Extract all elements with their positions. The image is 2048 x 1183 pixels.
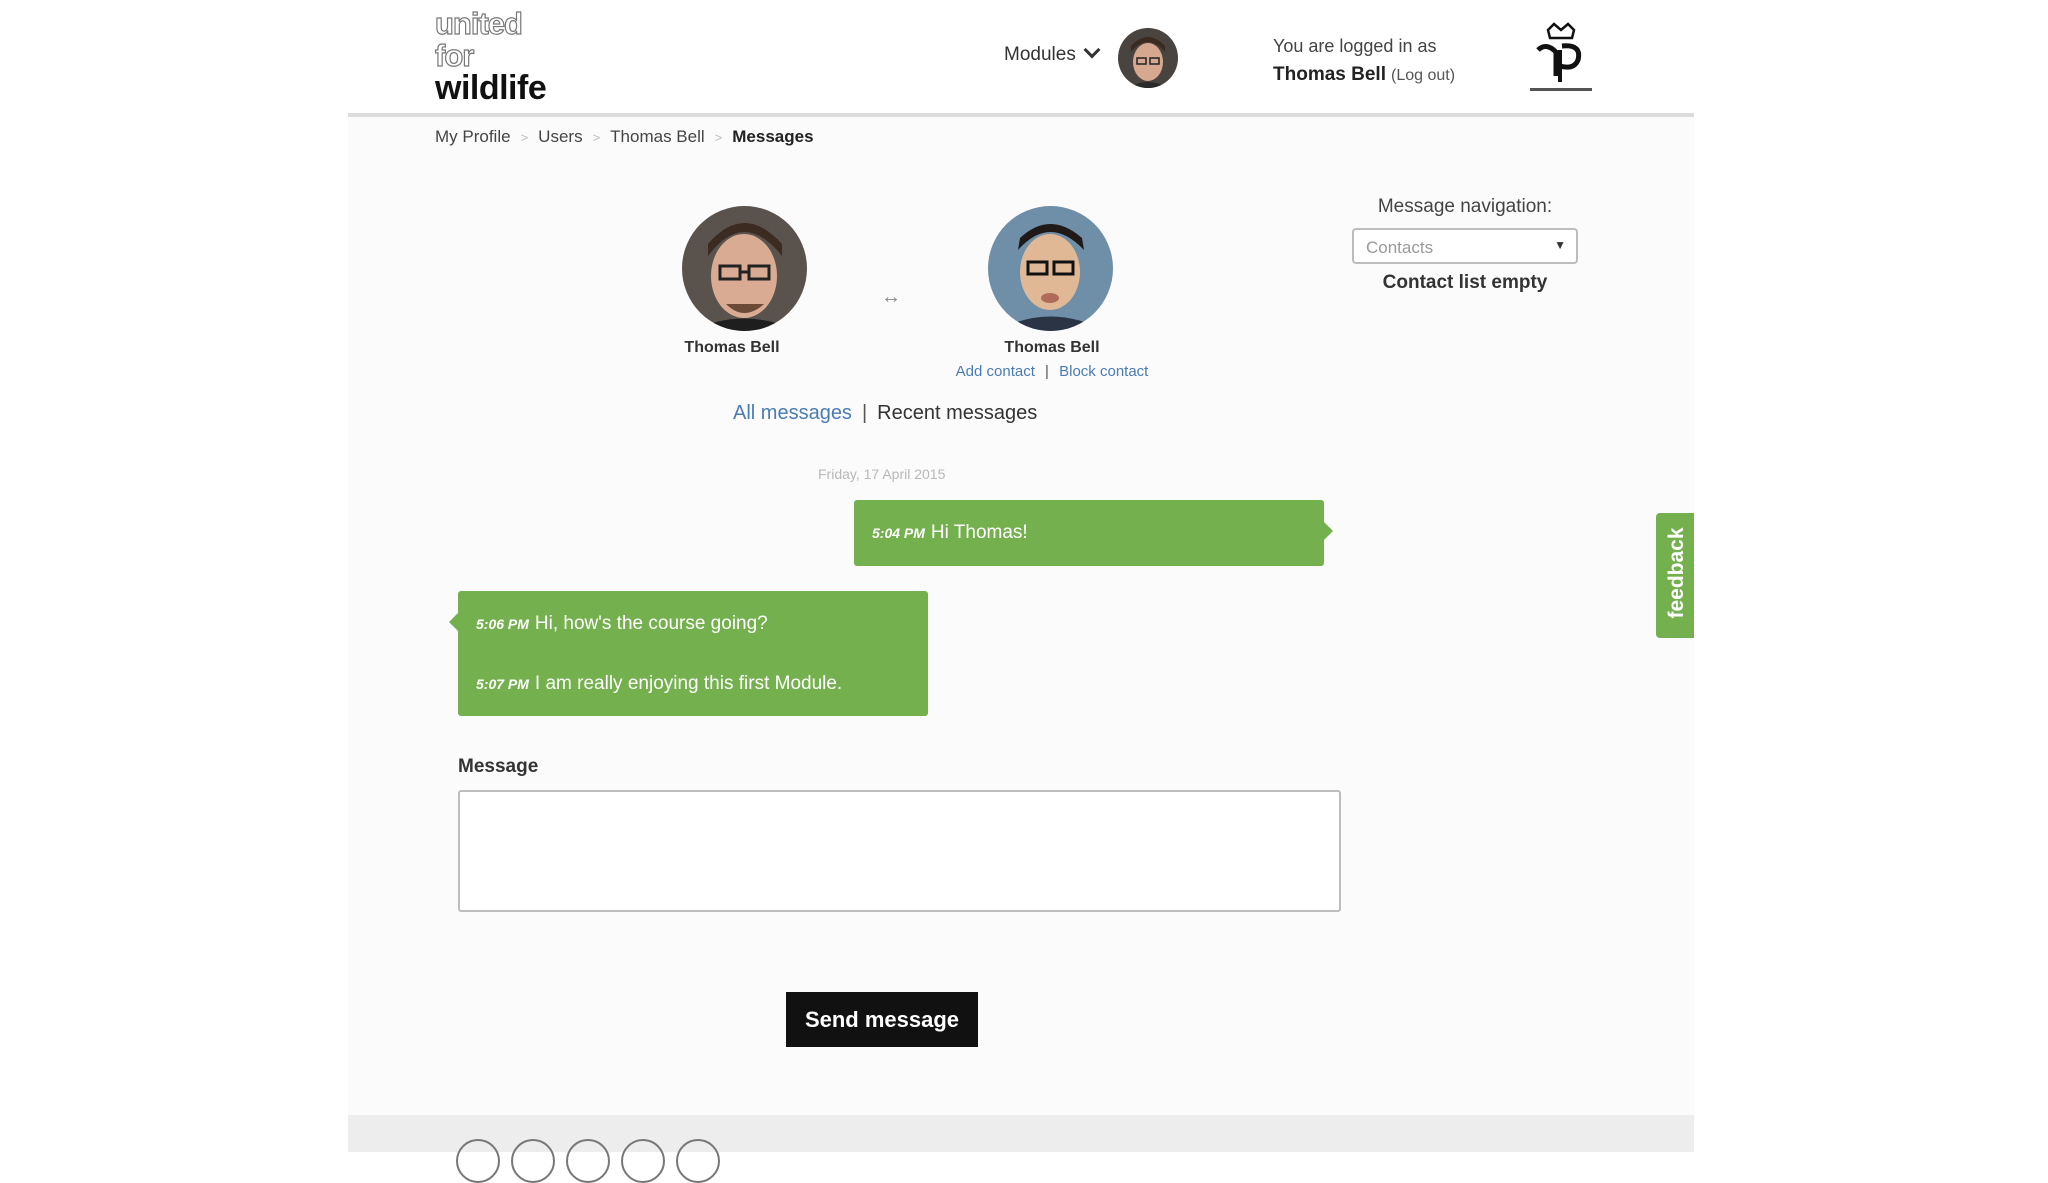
send-message-button[interactable]: Send message — [786, 992, 978, 1047]
contact-list-empty: Contact list empty — [1382, 272, 1548, 293]
message-navigation-label: Message navigation: — [1377, 196, 1553, 217]
breadcrumb-my-profile[interactable]: My Profile — [435, 127, 511, 146]
contact-actions: Add contact | Block contact — [922, 363, 1182, 380]
breadcrumb: My Profile > Users > Thomas Bell > Messages — [435, 127, 814, 147]
message-time: 5:06 PM — [476, 616, 529, 632]
logo-line-2: for — [434, 38, 475, 73]
tab-recent-messages[interactable]: Recent messages — [877, 402, 1037, 424]
message-time: 5:07 PM — [476, 676, 529, 692]
message-input[interactable] — [458, 790, 1341, 912]
logout-link[interactable]: (Log out) — [1391, 67, 1455, 84]
social-circle-icon[interactable] — [676, 1139, 720, 1183]
exchange-arrows-icon: ↔ — [881, 286, 901, 308]
other-name: Thomas Bell — [1004, 339, 1100, 356]
thread-date: Friday, 17 April 2015 — [818, 466, 946, 482]
logo-line-3: wildlife — [435, 69, 547, 107]
logged-in-user-name[interactable]: Thomas Bell — [1273, 64, 1386, 85]
user-avatar[interactable] — [1118, 28, 1178, 88]
page: united for wildlife Modules You are logg… — [348, 0, 1694, 1183]
social-circle-icon[interactable] — [621, 1139, 665, 1183]
self-name: Thomas Bell — [684, 339, 780, 356]
breadcrumb-current: Messages — [732, 127, 814, 146]
header: united for wildlife Modules You are logg… — [348, 0, 1694, 117]
message-bubble-sent: 5:04 PM Hi Thomas! — [854, 500, 1333, 566]
social-circle-icon[interactable] — [456, 1139, 500, 1183]
breadcrumb-separator: > — [714, 130, 723, 145]
social-circle-icon[interactable] — [511, 1139, 555, 1183]
social-circle-icon[interactable] — [566, 1139, 610, 1183]
logo-line-1: united — [434, 6, 523, 41]
message-tabs: All messages | Recent messages — [733, 402, 1037, 425]
breadcrumb-separator: > — [520, 130, 529, 145]
message-navigation: Message navigation: Contacts ▼ Contact l… — [1350, 196, 1580, 294]
feedback-label: feedback — [1665, 527, 1688, 619]
participant-self: Thomas Bell — [642, 206, 822, 357]
footer — [348, 1115, 1694, 1183]
breadcrumb-separator: > — [592, 130, 601, 145]
tab-all-messages[interactable]: All messages — [733, 402, 852, 424]
message-line: 5:04 PM Hi Thomas! — [872, 522, 1028, 544]
participant-other: Thomas Bell Add contact | Block contact — [922, 206, 1182, 380]
message-text: Hi Thomas! — [930, 522, 1028, 543]
message-text: I am really enjoying this first Module. — [534, 673, 843, 694]
self-avatar[interactable] — [682, 206, 807, 331]
login-prefix: You are logged in as — [1273, 36, 1437, 56]
message-time: 5:04 PM — [872, 525, 925, 541]
message-bubble-received: 5:06 PM Hi, how's the course going? 5:07 … — [449, 591, 928, 716]
contacts-select-value: Contacts — [1366, 238, 1434, 257]
login-info: You are logged in as Thomas Bell (Log ou… — [1273, 32, 1455, 90]
other-avatar[interactable] — [988, 206, 1113, 331]
dropdown-caret-icon: ▼ — [1554, 238, 1566, 252]
chevron-down-icon — [1083, 41, 1101, 59]
message-text: Hi, how's the course going? — [534, 613, 768, 634]
contacts-select[interactable]: Contacts ▼ — [1352, 228, 1578, 264]
message-line: 5:06 PM Hi, how's the course going? — [476, 613, 768, 635]
feedback-tab[interactable]: feedback — [1656, 513, 1694, 638]
breadcrumb-users[interactable]: Users — [538, 127, 582, 146]
united-for-wildlife-logo[interactable]: united for wildlife — [434, 6, 547, 107]
block-contact-link[interactable]: Block contact — [1059, 363, 1148, 380]
modules-label: Modules — [1004, 44, 1076, 65]
message-field-label: Message — [458, 756, 539, 777]
modules-menu[interactable]: Modules — [1004, 41, 1101, 66]
contact-actions-separator: | — [1045, 363, 1049, 380]
add-contact-link[interactable]: Add contact — [956, 363, 1035, 380]
tab-separator: | — [861, 402, 868, 424]
royal-foundation-logo[interactable] — [1516, 20, 1606, 103]
message-line: 5:07 PM I am really enjoying this first M… — [476, 673, 842, 695]
breadcrumb-user[interactable]: Thomas Bell — [610, 127, 704, 146]
